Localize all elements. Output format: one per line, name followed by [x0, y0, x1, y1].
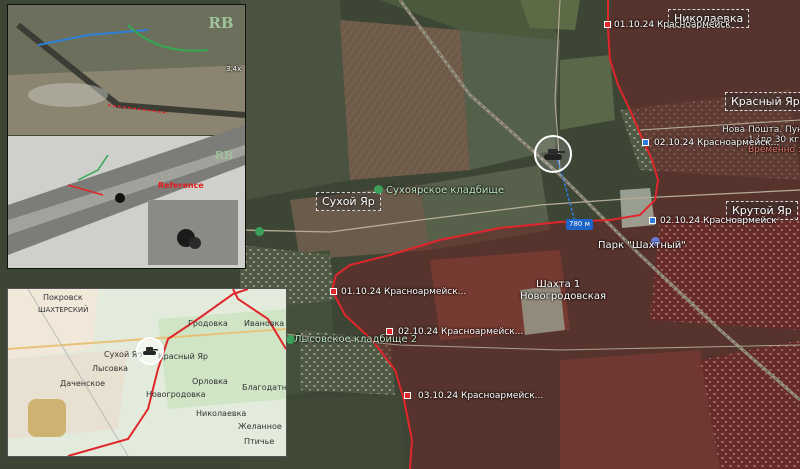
cemetery-icon[interactable] [374, 185, 383, 194]
marker-red-top[interactable] [604, 21, 611, 28]
inset-tank-marker[interactable] [136, 337, 164, 365]
rb-logo-top: RB [208, 14, 234, 32]
field [240, 0, 350, 200]
field [340, 20, 470, 180]
drone-footage-inset[interactable]: RB RB Reference 3.4x [7, 4, 246, 269]
tank-icon [544, 149, 565, 160]
tank-icon [143, 347, 158, 355]
tank-marker[interactable] [534, 135, 572, 173]
inset-label-nikolaevka: Николаевка [196, 409, 247, 418]
marker-red-bottom-label: 03.10.24 Красноармейск... [418, 391, 544, 401]
overview-inset-map[interactable]: Покровск ШАХТЕРСКИЙ Гродовка Ивановка Су… [7, 288, 287, 457]
inset-label-lysovka: Лысовка [92, 364, 129, 373]
park-shakhtny-label: Парк "Шахтный" [598, 240, 686, 251]
marker-red-center-label: 02.10.24 Красноармейск... [398, 327, 524, 337]
inset-label-grodovka: Гродовка [188, 319, 228, 328]
distance-badge: 780 м [566, 219, 593, 230]
marker-red-top-label: 01.10.24 Красноармейск [614, 20, 731, 30]
zoom-level: 3.4x [226, 65, 242, 73]
inset-label-ptichye: Птичье [244, 437, 275, 446]
marker-blue-mid-label: 02.10.24 Красноармейск... [654, 138, 780, 148]
inset-label-shakhtersky: ШАХТЕРСКИЙ [38, 306, 89, 314]
marker-blue-low[interactable] [649, 217, 656, 224]
reference-label: Reference [158, 181, 204, 190]
rb-logo-bottom: RB [214, 149, 234, 162]
marker-red-left-label: 01.10.24 Красноармейск... [341, 287, 467, 297]
inset-label-orlovka: Орловка [192, 377, 228, 386]
marker-red-bottom[interactable] [404, 392, 411, 399]
inset-label-krasny-yar: Красный Яр [158, 352, 208, 361]
town-label-krasny-yar[interactable]: Красный Яр [725, 92, 800, 111]
inset-label-novogrodovka: Новогродовка [146, 390, 206, 399]
village-area [650, 210, 800, 330]
field [560, 55, 615, 130]
map-viewport[interactable]: Николаевка Красный Яр Крутой Яр Сухой Яр… [0, 0, 800, 469]
town-label-sukhoi-yar[interactable]: Сухой Яр [316, 192, 381, 211]
inset-label-pokrovsk: Покровск [43, 293, 83, 302]
inset-label-blagodatnoe: Благодатное [242, 383, 287, 392]
marker-red-center[interactable] [386, 328, 393, 335]
marker-red-left[interactable] [330, 288, 337, 295]
cemetery-icon[interactable] [255, 227, 264, 236]
marker-blue-mid[interactable] [642, 139, 649, 146]
marker-blue-low-label: 02.10.24 Красноармейск [660, 216, 777, 226]
inset-label-dachenskoe: Даченское [60, 379, 106, 388]
sukhoyarsk-cemetery-label: Сухоярское кладбище [386, 185, 504, 196]
inset-label-ivanovka: Ивановка [244, 319, 285, 328]
novogrodovskaya-label: Новогродовская [520, 291, 606, 302]
shakhta-label: Шахта 1 [536, 279, 581, 290]
field [560, 350, 720, 469]
drone-footage-image [8, 5, 245, 268]
inset-label-zhelannoe: Желанное [238, 422, 282, 431]
